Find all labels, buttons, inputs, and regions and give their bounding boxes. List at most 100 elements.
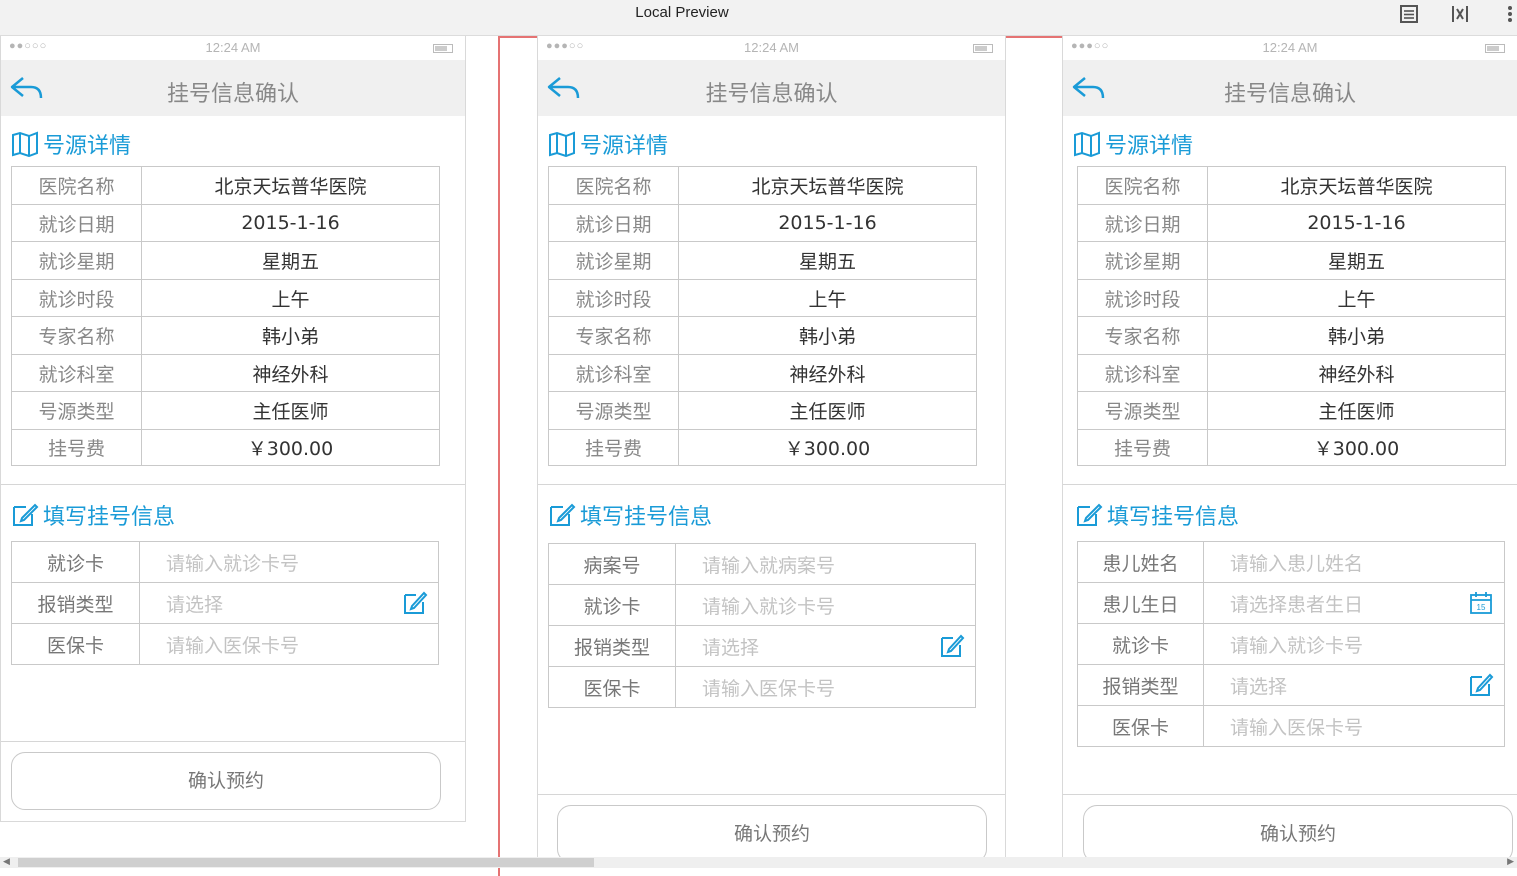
table-row: 就诊星期 星期五 (1077, 241, 1506, 280)
case-label: 病案号 (548, 543, 676, 585)
reimburse-select[interactable]: 请选择 (139, 582, 439, 624)
card-input[interactable]: 请输入就诊卡号 (675, 584, 976, 626)
reimburse-select[interactable]: 请选择 (1203, 664, 1505, 706)
period-value: 上午 (141, 279, 440, 317)
expert-value: 韩小弟 (1207, 316, 1506, 355)
table-row: 号源类型 主任医师 (1077, 391, 1506, 430)
status-time: 12:24 AM (744, 40, 799, 55)
source-type-label: 号源类型 (1077, 391, 1208, 430)
department-value: 神经外科 (1207, 354, 1506, 392)
section-detail-title: 号源详情 (1105, 134, 1194, 159)
section-form-title: 填写挂号信息 (43, 505, 176, 530)
department-value: 神经外科 (678, 354, 977, 392)
weekday-value: 星期五 (1207, 241, 1506, 280)
form-row-card: 就诊卡 请输入就诊卡号 (11, 541, 439, 583)
table-row: 号源类型 主任医师 (548, 391, 977, 430)
form-row-child-birthday: 患儿生日 请选择患者生日 15 (1077, 582, 1505, 624)
date-label: 就诊日期 (1077, 204, 1208, 242)
hospital-value: 北京天坛普华医院 (1207, 166, 1506, 205)
nav-bar: 挂号信息确认 (1, 60, 465, 116)
edit-icon[interactable] (1468, 672, 1494, 698)
insurance-input[interactable]: 请输入医保卡号 (139, 623, 439, 665)
card-input[interactable]: 请输入就诊卡号 (1203, 623, 1505, 665)
source-type-value: 主任医师 (1207, 391, 1506, 430)
form-row-card: 就诊卡 请输入就诊卡号 (1077, 623, 1505, 665)
child-birthday-label: 患儿生日 (1077, 582, 1204, 624)
nav-bar: 挂号信息确认 (538, 60, 1005, 116)
weekday-value: 星期五 (678, 241, 977, 280)
reimburse-select[interactable]: 请选择 (675, 625, 976, 667)
app-toolbar: Local Preview (0, 0, 1517, 36)
table-row: 就诊科室 神经外科 (548, 354, 977, 392)
section-detail-title: 号源详情 (580, 134, 669, 159)
card-label: 就诊卡 (11, 541, 140, 583)
insurance-input[interactable]: 请输入医保卡号 (675, 666, 976, 708)
table-row: 就诊科室 神经外科 (11, 354, 440, 392)
form-row-child-name: 患儿姓名 请输入患儿姓名 (1077, 541, 1505, 583)
status-bar: ●●●○○ 12:24 AM (1063, 36, 1517, 60)
child-name-input[interactable]: 请输入患儿姓名 (1203, 541, 1505, 583)
expert-label: 专家名称 (548, 316, 679, 355)
map-icon (1074, 131, 1100, 157)
case-input[interactable]: 请输入就病案号 (675, 543, 976, 585)
scrollbar-thumb[interactable] (18, 858, 594, 867)
calendar-day: 15 (1477, 603, 1486, 612)
hospital-label: 医院名称 (11, 166, 142, 205)
source-type-label: 号源类型 (11, 391, 142, 430)
table-row: 医院名称 北京天坛普华医院 (1077, 166, 1506, 205)
weekday-label: 就诊星期 (11, 241, 142, 280)
status-bar: ●●○○○ 12:24 AM (1, 36, 465, 60)
confirm-button[interactable]: 确认预约 (1083, 805, 1513, 863)
status-time: 12:24 AM (1262, 40, 1318, 55)
date-value: 2015-1-16 (141, 204, 440, 242)
department-label: 就诊科室 (1077, 354, 1208, 392)
horizontal-scrollbar[interactable]: ◀ ▶ (0, 857, 1517, 868)
source-type-value: 主任医师 (678, 391, 977, 430)
weekday-value: 星期五 (141, 241, 440, 280)
confirm-button[interactable]: 确认预约 (11, 752, 441, 810)
table-row: 就诊科室 神经外科 (1077, 354, 1506, 392)
table-row: 就诊时段 上午 (11, 279, 440, 317)
more-icon[interactable] (1500, 3, 1514, 25)
reimburse-label: 报销类型 (1077, 664, 1204, 706)
card-input[interactable]: 请输入就诊卡号 (139, 541, 439, 583)
document-icon[interactable] (1398, 3, 1420, 25)
insurance-input[interactable]: 请输入医保卡号 (1203, 705, 1505, 747)
table-row: 医院名称 北京天坛普华医院 (11, 166, 440, 205)
nav-bar: 挂号信息确认 (1063, 60, 1517, 116)
date-value: 2015-1-16 (678, 204, 977, 242)
confirm-button[interactable]: 确认预约 (557, 805, 987, 863)
department-label: 就诊科室 (548, 354, 679, 392)
variable-icon[interactable] (1449, 3, 1471, 25)
page-title: 挂号信息确认 (166, 82, 299, 107)
expert-value: 韩小弟 (141, 316, 440, 355)
table-row: 就诊时段 上午 (1077, 279, 1506, 317)
form-row-reimburse: 报销类型 请选择 (548, 625, 976, 667)
phone-screen-1: ●●○○○ 12:24 AM 挂号信息确认 号源详情 医院名称 北京天坛普华医院 … (0, 36, 466, 822)
detail-table: 医院名称 北京天坛普华医院 就诊日期 2015-1-16 就诊星期 星期五 就诊时段上… (11, 166, 440, 466)
period-value: 上午 (678, 279, 977, 317)
section-form-title: 填写挂号信息 (1107, 505, 1240, 530)
expert-value: 韩小弟 (678, 316, 977, 355)
reimburse-placeholder: 请选择 (1230, 675, 1288, 698)
table-row: 号源类型 主任医师 (11, 391, 440, 430)
fee-label: 挂号费 (1077, 429, 1208, 466)
period-label: 就诊时段 (548, 279, 679, 317)
divider (538, 794, 1005, 795)
battery-icon (1485, 44, 1505, 53)
scroll-left-icon[interactable]: ◀ (3, 857, 10, 867)
child-birthday-select[interactable]: 请选择患者生日 15 (1203, 582, 1505, 624)
table-row: 专家名称 韩小弟 (548, 316, 977, 355)
divider (1, 741, 465, 742)
calendar-icon[interactable]: 15 (1468, 590, 1494, 616)
edit-icon (550, 503, 576, 526)
table-row: 挂号费 ￥300.00 (11, 429, 440, 466)
registration-form: 就诊卡 请输入就诊卡号 报销类型 请选择 医保卡 请输入医保卡号 (11, 541, 439, 665)
edit-icon[interactable] (402, 590, 428, 616)
scroll-right-icon[interactable]: ▶ (1507, 857, 1514, 867)
reimburse-placeholder: 请选择 (702, 636, 760, 659)
table-row: 就诊日期 2015-1-16 (548, 204, 977, 242)
registration-form: 病案号 请输入就病案号 就诊卡 请输入就诊卡号 报销类型 请选择 医保卡 请输入医保卡号 (548, 543, 976, 708)
card-label: 就诊卡 (1077, 623, 1204, 665)
edit-icon[interactable] (939, 633, 965, 659)
